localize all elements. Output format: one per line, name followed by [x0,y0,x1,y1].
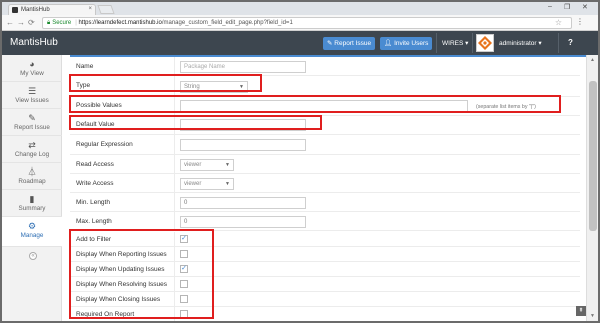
cell-divider [174,212,175,230]
name-input[interactable]: Package Name [180,61,306,73]
sidebar-item-change-log[interactable]: ⇄ Change Log [2,136,62,163]
close-window-button[interactable]: ✕ [582,3,588,11]
url-host: https://learndefect.mantishub.io [78,20,162,26]
annotation-box-possible-values [69,95,561,113]
browser-tab[interactable]: MantisHub × [8,4,96,15]
bookmark-star-icon[interactable]: ☆ [555,18,562,27]
sidebar-item-label: Roadmap [18,178,46,185]
navbar-divider [558,33,559,53]
dashboard-icon: ◕ [29,59,35,69]
report-issue-button[interactable]: ✎ Report Issue [323,37,376,50]
reload-icon[interactable]: ⟳ [28,18,35,27]
max-length-label: Max. Length [76,218,112,225]
read-access-value: viewer [184,162,202,168]
scroll-to-top-button[interactable]: ⇞ [576,306,586,316]
cell-divider [174,57,175,75]
sidebar: ◕ My View ☰ View Issues ✎ Report Issue ⇄… [2,55,62,321]
cell-divider [174,193,175,211]
max-length-input[interactable]: 0 [180,216,306,228]
read-access-select[interactable]: viewer ▼ [180,159,234,171]
scrollbar-thumb[interactable] [589,81,597,231]
sidebar-collapse-icon[interactable]: « [29,252,37,260]
tab-close-icon[interactable]: × [88,6,92,12]
sidebar-item-report-issue[interactable]: ✎ Report Issue [2,109,62,136]
maximize-button[interactable]: ❐ [564,3,570,11]
edit-icon: ✎ [28,113,36,123]
tab-strip: MantisHub × – ❐ ✕ [2,2,598,15]
retweet-icon: ⇄ [28,140,36,150]
chevron-down-icon: ▼ [225,181,230,187]
bar-chart-icon: ▮ [29,194,35,204]
avatar[interactable] [476,34,494,52]
project-selector[interactable]: WIRES ▾ [442,39,468,47]
secure-label: Secure [52,20,72,26]
forward-icon[interactable]: → [17,18,25,27]
sidebar-item-manage[interactable]: ⚙ Manage [2,217,62,247]
report-issue-label: Report Issue [334,40,372,47]
annotation-box-default-value [69,115,322,130]
minimize-button[interactable]: – [548,3,552,10]
brand-logo[interactable]: MantisHub [10,37,58,48]
write-access-value: viewer [184,181,202,187]
back-icon[interactable]: ← [6,18,14,27]
navbar-divider [436,33,437,53]
url-input[interactable]: 🔒︎ Secure | https://learndefect.mantishub.… [42,17,572,29]
form-row-min-length: Min. Length 0 [70,193,580,212]
write-access-label: Write Access [76,180,114,187]
annotation-box-checkboxes [69,229,214,319]
invite-users-button[interactable]: 👤︎ Invite Users [380,37,433,50]
user-menu[interactable]: administrator ▾ [499,39,542,47]
browser-menu-icon[interactable]: ⋮ [576,17,584,26]
regex-label: Regular Expression [76,141,133,148]
form-row-read-access: Read Access viewer ▼ [70,155,580,174]
new-tab-button[interactable] [97,5,115,14]
cell-divider [174,174,175,192]
sidebar-item-label: Change Log [14,151,50,158]
help-icon[interactable]: ? [568,38,573,47]
gears-icon: ⚙ [27,221,37,231]
road-icon: ⏃ [27,167,37,177]
lock-icon: 🔒︎ [47,20,51,26]
form-row-write-access: Write Access viewer ▼ [70,174,580,193]
sidebar-item-my-view[interactable]: ◕ My View [2,55,62,82]
navbar-divider [472,33,473,53]
min-length-label: Min. Length [76,199,110,206]
write-access-select[interactable]: viewer ▼ [180,178,234,190]
sidebar-item-label: My View [20,70,44,77]
favicon-icon [12,7,18,13]
sidebar-item-label: Summary [18,205,46,212]
address-bar: ← → ⟳ 🔒︎ Secure | https://learndefect.mant… [2,15,598,31]
chevron-down-icon: ▼ [225,162,230,168]
scroll-down-icon[interactable]: ▼ [590,313,595,319]
regex-input[interactable] [180,139,306,151]
page-scrollbar[interactable]: ▲ ▼ [586,55,598,321]
read-access-label: Read Access [76,161,114,168]
tab-title: MantisHub [21,7,50,13]
sidebar-item-roadmap[interactable]: ⏃ Roadmap [2,163,62,190]
annotation-box-type [69,74,262,92]
user-plus-icon: 👤︎ [384,40,395,47]
cell-divider [174,135,175,154]
min-length-input[interactable]: 0 [180,197,306,209]
sidebar-item-view-issues[interactable]: ☰ View Issues [2,82,62,109]
form-row-regex: Regular Expression [70,135,580,155]
browser-window: MantisHub × – ❐ ✕ ← → ⟳ 🔒︎ Secure | https:… [2,2,598,321]
sidebar-item-label: Report Issue [14,124,50,131]
sidebar-item-summary[interactable]: ▮ Summary [2,190,62,217]
list-icon: ☰ [27,86,37,96]
invite-users-label: Invite Users [394,40,429,47]
app-navbar: MantisHub ✎ Report Issue 👤︎ Invite Users… [2,31,598,55]
url-path: /manage_custom_field_edit_page.php?field… [161,20,293,26]
scroll-up-icon[interactable]: ▲ [590,57,595,63]
sidebar-item-label: Manage [20,232,44,239]
avatar-image [477,35,493,51]
name-label: Name [76,63,94,70]
cell-divider [174,155,175,173]
sidebar-item-label: View Issues [15,97,49,104]
